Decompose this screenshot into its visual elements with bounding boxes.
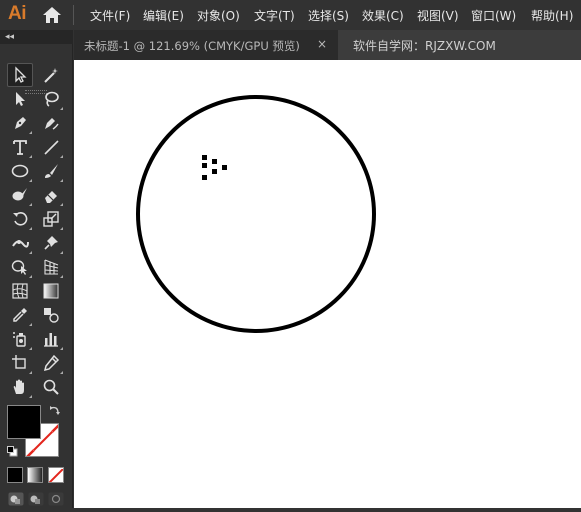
default-colors-icon[interactable] <box>7 446 18 457</box>
rotate-tool[interactable] <box>7 207 33 231</box>
menu-separator <box>73 5 74 25</box>
puppet-warp-icon <box>44 236 58 250</box>
mesh-tool[interactable] <box>7 279 33 303</box>
hand-icon <box>13 379 24 394</box>
scale-icon <box>43 211 59 227</box>
home-icon[interactable] <box>42 6 62 24</box>
app-logo: Ai <box>8 3 27 24</box>
drawn-circle[interactable] <box>136 95 376 333</box>
menu-help[interactable]: 帮助(H) <box>531 7 573 24</box>
direct-selection-icon <box>16 92 25 106</box>
artboard-canvas[interactable] <box>74 60 581 508</box>
shape-builder-icon <box>11 260 27 275</box>
lasso-icon <box>45 91 59 107</box>
swap-colors-icon[interactable] <box>49 405 61 417</box>
cursor-icon <box>202 155 227 180</box>
none-slash-icon <box>49 468 63 482</box>
collapse-panel-icon[interactable]: ◂◂ <box>5 30 14 44</box>
menu-bar: Ai 文件(F) 编辑(E) 对象(O) 文字(T) 选择(S) 效果(C) 视… <box>0 0 581 30</box>
pen-tool[interactable] <box>7 111 33 135</box>
menu-effect[interactable]: 效果(C) <box>362 7 404 24</box>
mesh-icon <box>12 283 28 299</box>
width-tool[interactable] <box>7 231 33 255</box>
watermark-text: 软件自学网：RJZXW.COM <box>353 39 496 53</box>
blob-brush-tool[interactable] <box>7 183 33 207</box>
selection-tool[interactable] <box>7 63 33 87</box>
line-segment-icon <box>44 140 59 155</box>
ellipse-icon <box>11 164 29 178</box>
zoom-tool[interactable] <box>38 375 64 399</box>
pen-icon <box>15 117 26 129</box>
eraser-tool[interactable] <box>38 183 64 207</box>
symbol-sprayer-icon <box>13 332 26 347</box>
paintbrush-tool[interactable] <box>38 159 64 183</box>
tab-close-icon[interactable]: × <box>317 37 327 51</box>
width-icon <box>12 240 29 248</box>
magic-wand-icon <box>44 68 58 83</box>
eyedropper-tool[interactable] <box>7 303 33 327</box>
paintbrush-icon <box>45 164 58 178</box>
column-graph-tool[interactable] <box>38 327 64 351</box>
rotate-icon <box>13 212 28 226</box>
artboard-icon <box>12 355 26 369</box>
document-tab-title: 未标题-1 @ 121.69% (CMYK/GPU 预览) <box>84 39 300 53</box>
draw-normal-icon[interactable] <box>8 492 24 506</box>
gradient-mode-button[interactable] <box>27 467 43 483</box>
shape-builder-tool[interactable] <box>7 255 33 279</box>
artboard-tool[interactable] <box>7 351 33 375</box>
puppet-warp-tool[interactable] <box>38 231 64 255</box>
blob-brush-icon <box>12 188 27 201</box>
none-mode-button[interactable] <box>48 467 64 483</box>
slice-icon <box>43 354 60 372</box>
fill-swatch[interactable] <box>7 405 41 439</box>
selection-arrow-icon <box>15 66 27 83</box>
type-icon <box>13 140 27 155</box>
type-tool[interactable] <box>7 135 33 159</box>
color-mode-button[interactable] <box>7 467 23 483</box>
menu-edit[interactable]: 编辑(E) <box>143 7 184 24</box>
lasso-tool[interactable] <box>38 87 64 111</box>
ellipse-tool[interactable] <box>7 159 33 183</box>
blend-tool[interactable] <box>38 303 64 327</box>
zoom-icon <box>43 379 59 395</box>
magic-wand-tool[interactable] <box>38 63 64 87</box>
artwork <box>136 95 376 333</box>
eraser-icon <box>45 191 57 203</box>
menu-window[interactable]: 窗口(W) <box>471 7 516 24</box>
draw-behind-icon[interactable] <box>28 492 44 506</box>
gradient-icon <box>43 283 59 299</box>
scale-tool[interactable] <box>38 207 64 231</box>
column-graph-icon <box>44 333 58 347</box>
curvature-tool[interactable] <box>38 111 64 135</box>
menu-file[interactable]: 文件(F) <box>90 7 130 24</box>
line-segment-tool[interactable] <box>38 135 64 159</box>
symbol-sprayer-tool[interactable] <box>7 327 33 351</box>
perspective-grid-icon <box>44 259 59 275</box>
menu-select[interactable]: 选择(S) <box>308 7 349 24</box>
eyedropper-icon <box>13 308 27 322</box>
direct-selection-tool[interactable] <box>7 87 33 111</box>
perspective-grid-tool[interactable] <box>38 255 64 279</box>
menu-object[interactable]: 对象(O) <box>197 7 240 24</box>
slice-tool[interactable] <box>38 351 64 375</box>
document-tab[interactable]: 未标题-1 @ 121.69% (CMYK/GPU 预览) × <box>74 30 338 60</box>
blend-icon <box>44 308 59 323</box>
draw-inside-icon[interactable] <box>48 492 64 506</box>
hand-tool[interactable] <box>7 375 33 399</box>
document-tab-bar: 未标题-1 @ 121.69% (CMYK/GPU 预览) × 软件自学网：RJ… <box>74 30 581 60</box>
curvature-icon <box>45 118 59 130</box>
menu-view[interactable]: 视图(V) <box>417 7 459 24</box>
gradient-tool[interactable] <box>38 279 64 303</box>
menu-type[interactable]: 文字(T) <box>254 7 295 24</box>
